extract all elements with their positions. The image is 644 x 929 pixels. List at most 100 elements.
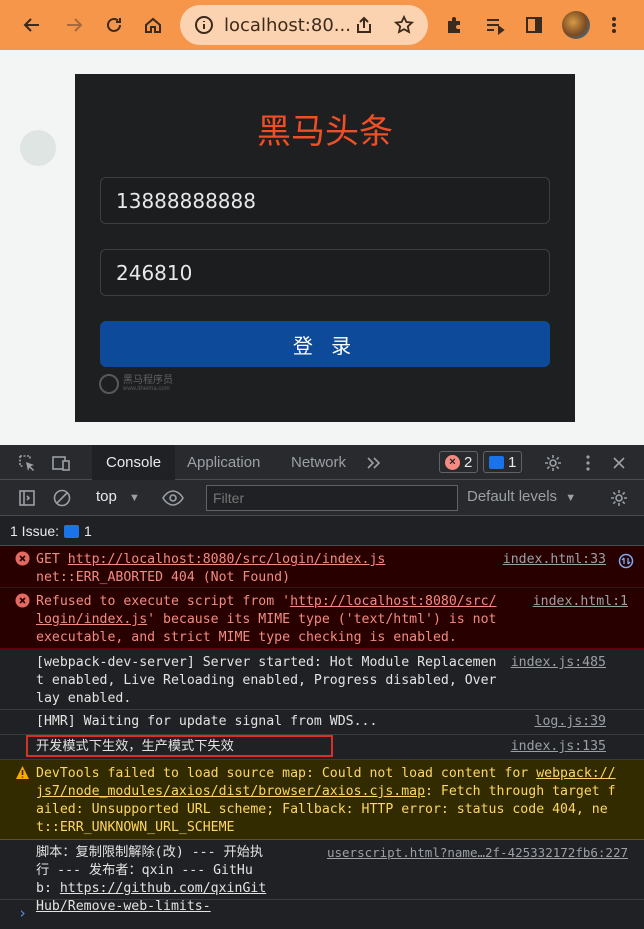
network-request-icon[interactable] [618, 553, 634, 569]
side-panel-button[interactable] [520, 11, 548, 39]
message-source-link[interactable]: log.js:39 [535, 713, 606, 731]
sidebar-toggle-button[interactable] [14, 485, 40, 511]
tab-console[interactable]: Console [92, 445, 176, 480]
watermark-text: 黑马程序员 [123, 375, 173, 386]
phone-field[interactable] [100, 177, 550, 224]
sidebar-icon [19, 490, 35, 506]
chevron-down-icon: ▼ [129, 492, 140, 504]
context-value: top [96, 488, 117, 505]
message-source-link[interactable]: index.html:33 [503, 551, 606, 569]
code-field[interactable] [100, 249, 550, 296]
inspect-element-button[interactable] [14, 450, 40, 476]
warning-triangle-icon [16, 766, 29, 779]
url-text[interactable]: localhost:80... [224, 15, 351, 36]
console-message-log: 开发模式下生效，生产模式下失效 index.js:135 [0, 735, 644, 760]
login-card: 黑马头条 登 录 黑马程序员 www.itheima.com [75, 74, 575, 422]
tab-application[interactable]: Application [173, 445, 274, 480]
console-filter-bar: top ▼ Default levels ▼ [0, 480, 644, 516]
profile-avatar[interactable] [562, 11, 590, 39]
close-devtools-button[interactable] [606, 450, 632, 476]
kebab-menu-icon [612, 17, 616, 33]
issues-bar: 1 Issue: 1 [0, 516, 644, 546]
message-text: GET http://localhost:8080/src/login/inde… [36, 552, 386, 585]
info-icon[interactable] [194, 15, 214, 35]
issues-count: 1 [84, 523, 92, 539]
console-message-error: GET http://localhost:8080/src/login/inde… [0, 546, 644, 588]
share-icon[interactable] [354, 15, 374, 35]
side-panel-icon [526, 17, 542, 33]
message-link[interactable]: https://github.com/qxinGitHub/Remove-web… [36, 881, 266, 914]
devtools-panel: Console Application Network × 2 1 top ▼ … [0, 445, 644, 929]
back-button[interactable] [18, 11, 46, 39]
login-button[interactable]: 登 录 [100, 321, 550, 367]
console-message-warning: DevTools failed to load source map: Coul… [0, 760, 644, 840]
decorative-circle [20, 130, 56, 166]
console-messages: GET http://localhost:8080/src/login/inde… [0, 546, 644, 929]
levels-label: Default levels [467, 488, 558, 505]
eye-icon [162, 490, 184, 506]
clear-console-button[interactable] [49, 485, 75, 511]
kebab-menu-icon [586, 455, 590, 471]
message-link[interactable]: http://localhost:8080/src/login/index.js [68, 552, 386, 567]
issues-label: 1 Issue: [10, 523, 60, 539]
device-icon [52, 456, 70, 471]
chevron-down-icon: ▼ [565, 492, 577, 504]
log-levels-select[interactable]: Default levels ▼ [467, 488, 576, 505]
console-message-info: [HMR] Waiting for update signal from WDS… [0, 710, 644, 735]
message-source-link[interactable]: index.js:135 [511, 738, 606, 756]
console-filter-input[interactable] [206, 485, 458, 511]
console-message-error: Refused to execute script from 'http://l… [0, 588, 644, 649]
devtools-tabbar: Console Application Network × 2 1 [0, 445, 644, 480]
login-title: 黑马头条 [257, 112, 393, 152]
tab-network[interactable]: Network [277, 445, 360, 480]
browser-toolbar: localhost:80... [0, 0, 644, 50]
error-count: 2 [464, 453, 473, 471]
error-circle-icon [15, 551, 30, 566]
console-settings-button[interactable] [606, 485, 632, 511]
more-tabs-button[interactable] [361, 450, 387, 476]
issue-message-icon [64, 524, 80, 538]
double-chevron-icon [367, 457, 381, 469]
live-expression-button[interactable] [160, 485, 186, 511]
console-message-log: 脚本：复制限制解除(改) --- 开始执行 --- 发布者：qxin --- G… [0, 840, 644, 914]
message-text: [HMR] Waiting for update signal from WDS… [36, 714, 378, 729]
devtools-menu-button[interactable] [575, 450, 601, 476]
reading-list-button[interactable] [481, 11, 509, 39]
message-icon [489, 455, 504, 469]
code-input[interactable] [101, 250, 549, 295]
error-count-badge[interactable]: × 2 [439, 451, 479, 473]
console-message-info: [webpack-dev-server] Server started: Hot… [0, 649, 644, 710]
watermark-circle-icon [99, 374, 119, 394]
address-bar[interactable]: localhost:80... [180, 5, 428, 45]
devtools-settings-button[interactable] [540, 450, 566, 476]
back-arrow-icon [23, 18, 39, 32]
forward-arrow-icon [67, 18, 83, 32]
close-icon [613, 457, 625, 469]
home-button[interactable] [139, 11, 167, 39]
gear-icon [545, 455, 561, 471]
bookmark-star-icon[interactable] [394, 15, 414, 35]
device-toolbar-button[interactable] [48, 450, 74, 476]
message-text: DevTools failed to load source map: Coul… [36, 766, 616, 835]
playlist-icon [487, 19, 505, 35]
console-prompt-chevron-icon[interactable]: › [18, 904, 27, 922]
page-viewport: 黑马头条 登 录 黑马程序员 www.itheima.com [0, 50, 644, 445]
reload-icon [107, 17, 121, 32]
error-circle-icon [15, 593, 30, 608]
inspect-cursor-icon [19, 455, 34, 471]
watermark-logo: 黑马程序员 www.itheima.com [99, 374, 173, 394]
forward-button[interactable] [60, 11, 88, 39]
issues-link[interactable]: 1 Issue: 1 [10, 520, 92, 542]
message-source-link[interactable]: userscript.html?name…2f-425332172fb6:227 [327, 844, 628, 862]
context-select[interactable]: top ▼ [96, 488, 140, 505]
extensions-button[interactable] [440, 11, 468, 39]
error-x-icon: × [445, 454, 460, 470]
message-source-link[interactable]: index.js:485 [511, 654, 606, 672]
phone-input[interactable] [101, 178, 549, 223]
reload-button[interactable] [100, 11, 128, 39]
message-text: [webpack-dev-server] Server started: Hot… [36, 655, 497, 706]
message-source-link[interactable]: index.html:1 [533, 593, 628, 611]
message-count-badge[interactable]: 1 [483, 451, 523, 473]
browser-menu-button[interactable] [600, 11, 628, 39]
gear-icon [611, 490, 627, 506]
